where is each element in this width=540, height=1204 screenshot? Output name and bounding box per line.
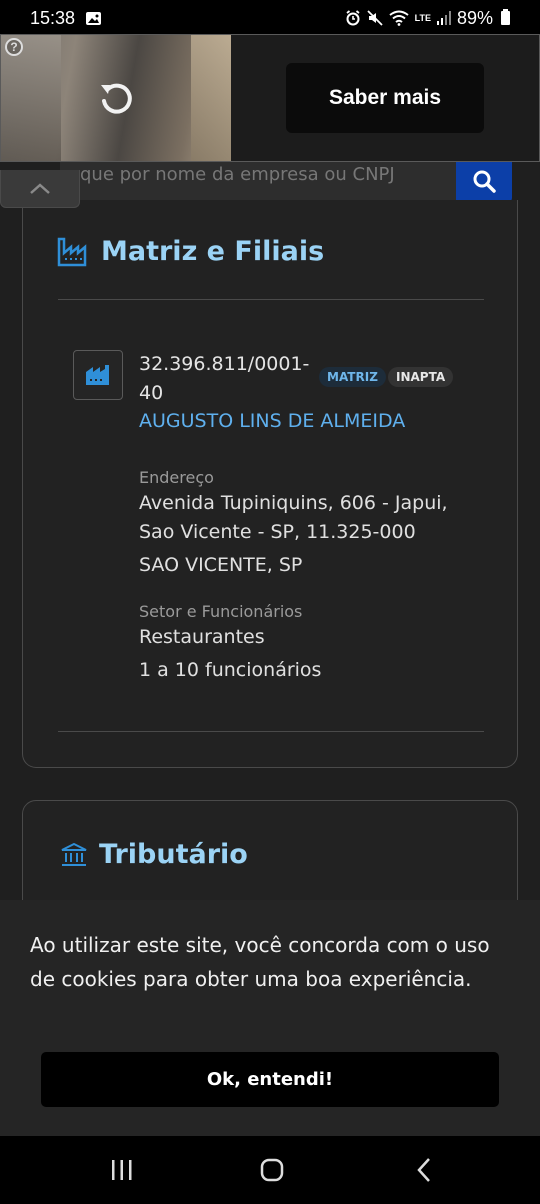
- status-time: 15:38: [30, 7, 76, 28]
- tributario-title: Tributário: [99, 839, 248, 870]
- back-button[interactable]: [404, 1154, 444, 1186]
- cnpj-text: 32.396.811/0001-40: [139, 353, 310, 404]
- bank-icon: [61, 842, 87, 866]
- battery-percent: 89%: [456, 7, 493, 28]
- factory-icon: [57, 237, 87, 266]
- address-label: Endereço: [139, 468, 214, 487]
- back-icon: [417, 1158, 430, 1182]
- matriz-filiais-heading: Matriz e Filiais: [57, 236, 324, 267]
- battery-icon: [501, 9, 510, 25]
- cookie-banner: Ao utilizar este site, você concorda com…: [0, 900, 540, 1136]
- divider: [58, 731, 484, 732]
- home-button[interactable]: [252, 1154, 292, 1186]
- matriz-filiais-title: Matriz e Filiais: [101, 236, 325, 267]
- ad-cta-button[interactable]: Saber mais: [286, 63, 484, 133]
- sector-value: Restaurantes: [139, 626, 265, 648]
- divider: [58, 299, 484, 300]
- home-icon: [260, 1158, 284, 1182]
- company-name-link[interactable]: AUGUSTO LINS DE ALMEIDA: [139, 410, 405, 432]
- ad-image[interactable]: ?: [1, 35, 231, 161]
- badge-inapta: INAPTA: [388, 367, 454, 387]
- chevron-up-icon: [30, 182, 50, 194]
- recent-apps-button[interactable]: [102, 1154, 142, 1186]
- mute-icon: [366, 10, 383, 26]
- help-icon[interactable]: ?: [5, 38, 23, 56]
- sector-label: Setor e Funcionários: [139, 602, 303, 621]
- search-button[interactable]: [456, 162, 512, 202]
- badge-matriz: MATRIZ: [319, 367, 386, 387]
- company-factory-icon: [73, 350, 123, 400]
- cookie-accept-button[interactable]: Ok, entendi!: [41, 1052, 499, 1107]
- ad-banner[interactable]: ? Saber mais: [0, 34, 540, 162]
- alarm-icon: [346, 10, 360, 26]
- gallery-notification-icon: [86, 11, 102, 25]
- cookie-message: Ao utilizar este site, você concorda com…: [30, 933, 490, 991]
- recent-apps-icon: [112, 1160, 132, 1180]
- signal-icon: [436, 11, 451, 25]
- search-input[interactable]: que por nome da empresa ou CNPJ: [60, 162, 458, 200]
- matriz-filiais-card: Matriz e Filiais 32.396.811/0001-40 MATR…: [22, 200, 518, 768]
- wifi-icon: [389, 10, 409, 26]
- address-value: Avenida Tupiniquins, 606 - Japui, Sao Vi…: [139, 492, 448, 543]
- replay-icon[interactable]: [96, 79, 136, 119]
- collapse-ad-button[interactable]: [0, 170, 80, 208]
- system-nav-bar: [0, 1136, 540, 1204]
- search-icon: [473, 170, 496, 193]
- tributario-heading: Tributário: [61, 839, 248, 870]
- employees-value: 1 a 10 funcionários: [139, 659, 322, 681]
- lte-indicator: LTE: [414, 12, 431, 23]
- city-value: SAO VICENTE, SP: [139, 554, 303, 576]
- status-bar: 15:38 LTE 89%: [0, 0, 540, 36]
